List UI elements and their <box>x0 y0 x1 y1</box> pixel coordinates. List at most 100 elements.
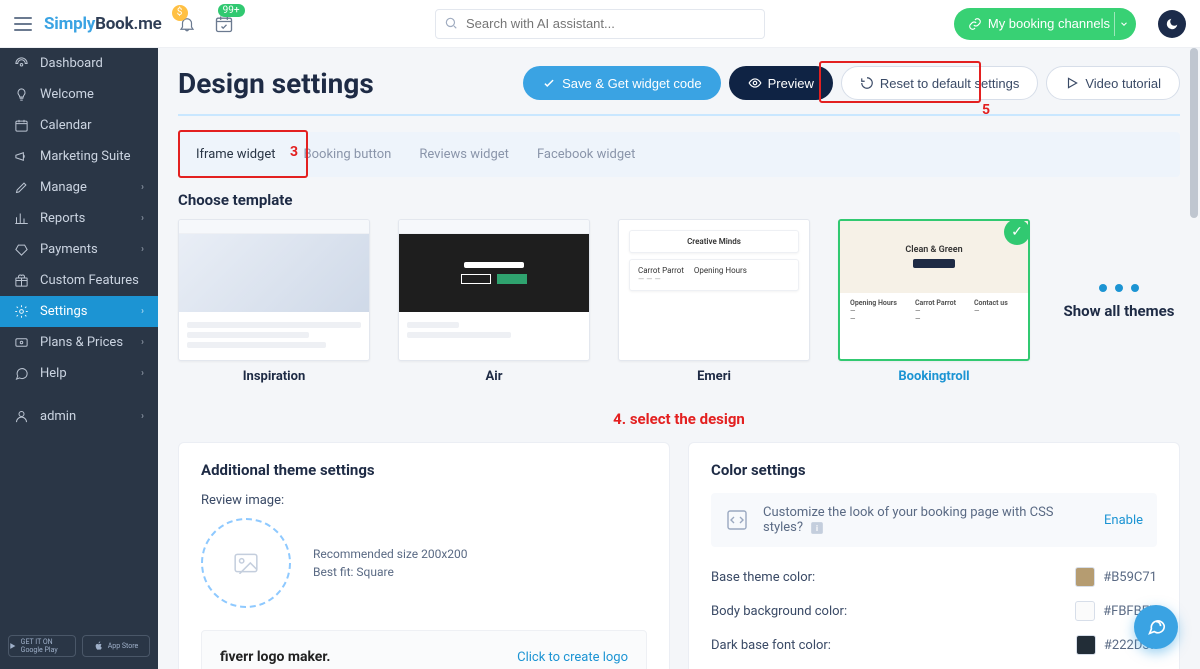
bars-icon <box>14 211 30 226</box>
scrollbar[interactable] <box>1190 48 1198 218</box>
chevron-right-icon: › <box>141 244 144 255</box>
bulb-icon <box>14 87 30 102</box>
show-all-themes[interactable]: Show all themes <box>1058 284 1180 320</box>
chat-fab[interactable] <box>1134 605 1178 649</box>
chevron-down-icon <box>1114 12 1132 36</box>
color-row: Dark base font color:#222D37 <box>711 635 1157 655</box>
gift-icon <box>14 273 30 288</box>
sidebar-item-settings[interactable]: Settings› <box>0 296 158 327</box>
video-tutorial-button[interactable]: Video tutorial <box>1046 66 1180 100</box>
sidebar-item-admin[interactable]: admin› <box>0 401 158 432</box>
link-icon <box>968 17 982 31</box>
notifications[interactable]: $ <box>178 15 196 33</box>
enable-css-link[interactable]: Enable <box>1104 513 1143 528</box>
sidebar-item-marketing-suite[interactable]: Marketing Suite <box>0 141 158 172</box>
play-icon <box>1065 76 1079 90</box>
sidebar-item-help[interactable]: Help› <box>0 358 158 389</box>
page-title: Design settings <box>178 67 374 100</box>
logo-part: .me <box>133 14 161 34</box>
cog-icon <box>14 304 30 319</box>
color-swatch[interactable] <box>1075 601 1095 621</box>
preview-button[interactable]: Preview <box>729 66 833 100</box>
global-search[interactable] <box>435 9 765 39</box>
app-store-badge[interactable]: App Store <box>82 635 150 657</box>
sidebar-item-payments[interactable]: Payments › <box>0 234 158 265</box>
check-icon: ✓ <box>1004 219 1030 245</box>
chat-icon <box>14 366 30 381</box>
sidebar-label: Help <box>40 366 67 381</box>
tab-booking-button[interactable]: Booking button <box>304 147 392 162</box>
template-thumb: ✓Clean & GreenOpening Hours——Carrot Parr… <box>838 219 1030 361</box>
color-hex[interactable]: #B59C71 <box>1103 570 1157 585</box>
sidebar-item-dashboard[interactable]: Dashboard <box>0 48 158 79</box>
css-customize-text: Customize the look of your booking page … <box>763 505 1090 535</box>
button-label: My booking channels <box>988 16 1110 31</box>
save-widget-button[interactable]: Save & Get widget code <box>523 66 720 100</box>
color-swatch[interactable] <box>1076 635 1096 655</box>
refresh-icon <box>860 76 874 90</box>
template-air[interactable]: Air <box>398 219 590 384</box>
tab-reviews-widget[interactable]: Reviews widget <box>419 147 509 162</box>
sidebar-label: Custom Features <box>40 273 139 288</box>
template-label: Emeri <box>697 369 731 384</box>
search-input[interactable] <box>435 9 765 39</box>
fiverr-logo: fiverr logo maker. <box>220 649 330 665</box>
sidebar-label: Reports <box>40 211 85 226</box>
chevron-right-icon: › <box>141 411 144 422</box>
recommended-size: Recommended size 200x200 <box>313 545 468 563</box>
gauge-icon <box>14 56 30 71</box>
template-thumb <box>398 219 590 361</box>
eye-icon <box>748 76 762 90</box>
sidebar-item-custom-features[interactable]: Custom Features <box>0 265 158 296</box>
sidebar-label: Plans & Prices <box>40 335 123 350</box>
google-play-badge[interactable]: GET IT ON Google Play <box>8 635 76 657</box>
chevron-right-icon: › <box>141 213 144 224</box>
template-label: Bookingtroll <box>898 369 969 384</box>
check-icon <box>542 76 556 90</box>
moon-icon <box>1165 17 1179 31</box>
calendar-shortcut[interactable]: 99+ <box>214 14 234 34</box>
template-emeri[interactable]: Creative MindsCarrot Parrot Opening Hour… <box>618 219 810 384</box>
annotation-5: 5 <box>982 102 990 118</box>
sidebar-item-manage[interactable]: Manage› <box>0 172 158 203</box>
tab-row: 3 Iframe widget Booking button Reviews wid… <box>178 132 1180 177</box>
css-icon <box>725 508 749 532</box>
reset-button[interactable]: Reset to default settings <box>841 66 1038 100</box>
annotation-3: 3 <box>290 144 298 160</box>
fiverr-promo[interactable]: fiverr logo maker. Click to create logo <box>201 630 647 669</box>
sidebar-item-plans-prices[interactable]: Plans & Prices› <box>0 327 158 358</box>
hamburger-menu[interactable] <box>14 17 32 31</box>
logo-part: Book <box>95 14 133 34</box>
app-logo[interactable]: SimplyBook.me <box>44 14 162 34</box>
sidebar-label: Settings <box>40 304 87 319</box>
template-inspiration[interactable]: Inspiration <box>178 219 370 384</box>
sidebar-item-calendar[interactable]: Calendar <box>0 110 158 141</box>
sidebar: DashboardWelcomeCalendar Marketing Suite M… <box>0 48 158 669</box>
color-settings-panel: Color settings Customize the look of you… <box>688 442 1180 669</box>
sidebar-item-reports[interactable]: Reports › <box>0 203 158 234</box>
sidebar-label: Payments <box>40 242 98 257</box>
review-image-upload[interactable] <box>201 518 291 608</box>
sidebar-label: Marketing Suite <box>40 149 131 164</box>
play-icon <box>9 641 17 651</box>
template-thumb: Creative MindsCarrot Parrot Opening Hour… <box>618 219 810 361</box>
card-icon <box>14 242 30 257</box>
additional-theme-settings-panel: Additional theme settings Review image: … <box>178 442 670 669</box>
tab-iframe-widget[interactable]: Iframe widget <box>196 147 276 162</box>
color-swatch[interactable] <box>1075 567 1095 587</box>
color-label: Body background color: <box>711 604 847 619</box>
info-icon[interactable]: i <box>810 521 824 535</box>
dollar-badge: $ <box>172 5 188 21</box>
sidebar-item-welcome[interactable]: Welcome <box>0 79 158 110</box>
choose-template-heading: Choose template <box>178 191 1180 209</box>
calendar-icon <box>14 118 30 133</box>
calendar-check-icon <box>214 14 234 34</box>
megaphone-icon <box>14 149 30 164</box>
apple-icon <box>94 641 104 651</box>
tab-facebook-widget[interactable]: Facebook widget <box>537 147 635 162</box>
booking-channels-button[interactable]: My booking channels <box>954 8 1136 40</box>
dots-icon <box>1058 284 1180 292</box>
fiverr-link[interactable]: Click to create logo <box>517 650 628 665</box>
template-bookingtroll[interactable]: ✓Clean & GreenOpening Hours——Carrot Parr… <box>838 219 1030 384</box>
dark-mode-toggle[interactable] <box>1158 10 1186 38</box>
